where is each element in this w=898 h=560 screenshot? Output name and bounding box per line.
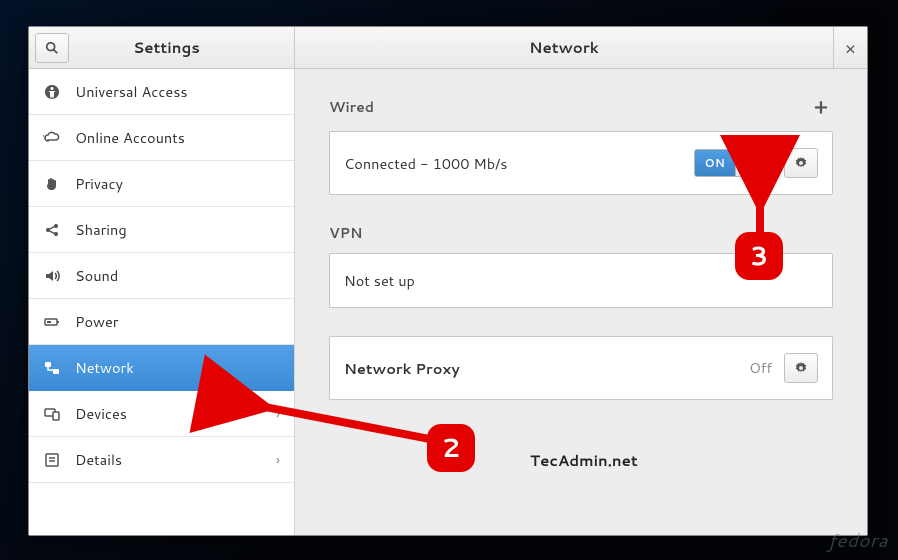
sidebar-item-label: Devices: [75, 403, 127, 424]
page-title: Network: [295, 37, 833, 58]
sidebar-item-label: Details: [75, 449, 122, 470]
search-button[interactable]: [35, 33, 69, 63]
gear-icon: [794, 361, 808, 375]
close-icon: ×: [845, 35, 856, 61]
cloud-icon: [43, 129, 61, 147]
fedora-watermark: fedora: [828, 527, 888, 554]
sidebar-item-sharing[interactable]: Sharing: [29, 207, 294, 253]
close-button[interactable]: ×: [833, 27, 867, 69]
sidebar-item-power[interactable]: Power: [29, 299, 294, 345]
battery-icon: [43, 313, 61, 331]
sidebar-item-label: Sharing: [75, 219, 127, 240]
plus-icon: +: [814, 93, 828, 121]
accessibility-icon: [43, 83, 61, 101]
sidebar-item-online-accounts[interactable]: Online Accounts: [29, 115, 294, 161]
sidebar-item-label: Online Accounts: [75, 127, 185, 148]
sidebar-item-label: Network: [75, 357, 134, 378]
sidebar-item-universal-access[interactable]: Universal Access: [29, 69, 294, 115]
search-icon: [45, 41, 59, 55]
sidebar-item-label: Universal Access: [75, 81, 188, 102]
sidebar-item-sound[interactable]: Sound: [29, 253, 294, 299]
proxy-settings-button[interactable]: [784, 353, 818, 383]
sidebar-item-network[interactable]: Network: [29, 345, 294, 391]
wired-settings-button[interactable]: [784, 148, 818, 178]
sidebar: Universal Access Online Accounts Privacy…: [29, 69, 295, 535]
annotation-step-3: 3: [735, 232, 783, 280]
sidebar-item-label: Privacy: [75, 173, 123, 194]
network-proxy-state: Off: [749, 358, 772, 378]
switch-on-label: ON: [695, 150, 735, 176]
speaker-icon: [43, 267, 61, 285]
header-left: Settings: [29, 27, 295, 68]
wired-section-header: Wired +: [329, 93, 833, 121]
header-right: Network ×: [295, 27, 867, 68]
details-icon: [43, 451, 61, 469]
wired-connection-row: Connected - 1000 Mb/s ON: [329, 131, 833, 195]
devices-icon: [43, 405, 61, 423]
sidebar-item-label: Power: [75, 311, 118, 332]
header-bar: Settings Network ×: [29, 27, 867, 69]
sidebar-item-privacy[interactable]: Privacy: [29, 161, 294, 207]
sidebar-item-label: Sound: [75, 265, 118, 286]
hand-icon: [43, 175, 61, 193]
wired-status-text: Connected - 1000 Mb/s: [344, 153, 682, 174]
network-proxy-row: Network Proxy Off: [329, 336, 833, 400]
annotation-step-2: 2: [427, 424, 475, 472]
sidebar-title: Settings: [69, 37, 294, 58]
watermark-text: TecAdmin.net: [530, 450, 638, 471]
network-icon: [43, 359, 61, 377]
wired-title: Wired: [329, 97, 374, 117]
share-icon: [43, 221, 61, 239]
add-wired-button[interactable]: +: [809, 93, 833, 121]
vpn-title: VPN: [329, 223, 362, 243]
switch-knob: [735, 150, 771, 176]
gear-icon: [794, 156, 808, 170]
wired-toggle[interactable]: ON: [694, 149, 772, 177]
network-proxy-label: Network Proxy: [344, 358, 737, 379]
